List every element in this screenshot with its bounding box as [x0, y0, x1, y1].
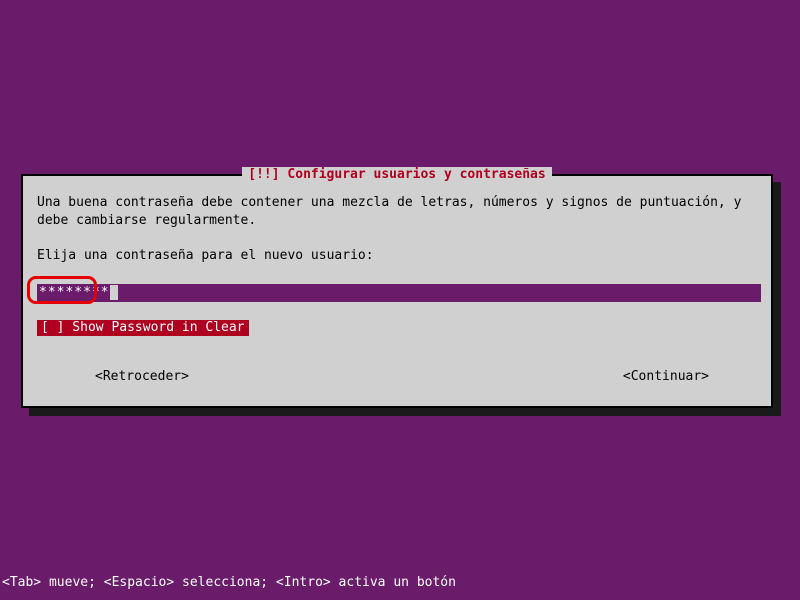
password-prompt: Elija una contraseña para el nuevo usuar… [37, 248, 374, 263]
dialog-title-mask: [!!] Configurar usuarios y contraseñas [242, 167, 551, 182]
dialog-body-text: Una buena contraseña debe contener una m… [37, 194, 757, 230]
password-dialog: [!!] Configurar usuarios y contraseñas U… [21, 174, 773, 408]
show-password-checkbox[interactable]: [ ] Show Password in Clear [37, 320, 249, 336]
dialog-title-wrap: [!!] Configurar usuarios y contraseñas [23, 167, 771, 182]
password-value: ******** [39, 285, 110, 300]
dialog-title: Configurar usuarios y contraseñas [287, 167, 545, 182]
back-button[interactable]: <Retroceder> [95, 369, 189, 384]
text-cursor [110, 285, 118, 300]
status-bar: <Tab> mueve; <Espacio> selecciona; <Intr… [2, 575, 456, 590]
dialog-title-prefix: [!!] [248, 167, 287, 182]
password-input[interactable]: ******** [37, 284, 761, 302]
continue-button[interactable]: <Continuar> [623, 369, 709, 384]
